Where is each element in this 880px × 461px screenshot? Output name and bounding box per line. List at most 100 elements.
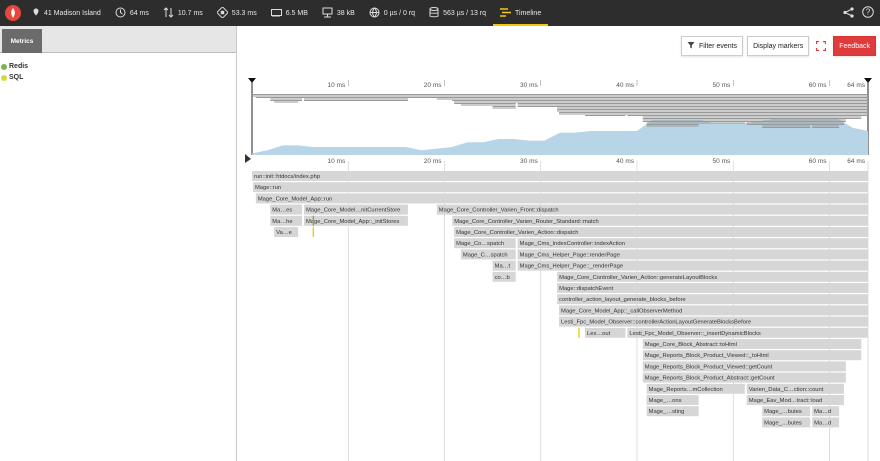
span-label: co…b [495,275,510,281]
location-text: 41 Madison Island [44,9,101,17]
overview-bar [303,100,408,101]
span-label: Les…out [587,331,611,337]
span-label: controller_action_layout_generate_blocks… [559,297,686,303]
span-label: Mage::run [255,185,281,191]
timeline-tab[interactable]: Timeline [493,0,549,26]
toolbar-top: 41 Madison Island 64 ms 10.7 ms 53.3 ms … [0,0,880,26]
display-markers-button[interactable]: Display markers [747,36,810,56]
clock-icon [115,7,126,20]
memory-item[interactable]: 6.5 MB [264,0,315,26]
overview-bar [585,115,626,116]
filter-events-label: Filter events [698,42,738,50]
overview-bar [252,95,868,97]
overview-tick-label: 64 ms [847,82,865,89]
span-label: Mage_C…spatch [463,252,508,258]
io-wait-item[interactable]: 10.7 ms [156,0,210,26]
span-label: Ma…he [272,219,292,225]
overview-tick-label: 60 ms [809,82,827,89]
tab-metrics[interactable]: Metrics [2,29,42,53]
span-label: Mage_Core_Model_App::_initStores [306,219,400,225]
overview-tick-label: 10 ms [328,82,346,89]
overview-bar [492,107,516,109]
overview-bar [517,104,868,106]
tick-label: 50 ms [713,158,731,165]
playhead-marker[interactable] [245,154,251,163]
overview-bar [274,101,299,103]
cpu-item[interactable]: 53.3 ms [210,0,264,26]
memory-text: 6.5 MB [285,9,308,17]
span-label: Mage_Core_Block_Abstract::toHtml [645,342,737,348]
overview-bar [642,119,846,121]
wall-time-item[interactable]: 64 ms [108,0,156,26]
range-start-handle[interactable] [248,78,256,83]
feedback-button[interactable]: Feedback [833,36,876,56]
overview-tick-label: 20 ms [424,82,442,89]
network-icon [322,7,333,20]
timeline-panel: 10 ms 10 ms 20 ms 20 ms 30 ms 30 ms 40 ms 40 ms… [238,26,880,461]
location-icon [32,8,40,18]
span-label: Lesti_Fpc_Model_Observer::_insertDynamic… [629,331,761,337]
overview-bar [746,122,844,124]
span-label: Mage_Reports_Block_Product_Viewed::_toHt… [645,353,769,359]
tick-label: 40 ms [616,158,634,165]
overview-bar [762,125,811,127]
overview-bar [646,122,745,124]
span-label: Mage_…butes [764,420,802,426]
span-label: Mage_Core_Model_App::_callObserverMethod [561,308,682,314]
span-bar[interactable] [255,193,869,204]
span-label: Mage_Eav_Mod…tract::load [749,398,822,404]
overview-bar [452,100,868,101]
location-item[interactable]: 41 Madison Island [25,0,108,26]
overview-bar [642,116,862,118]
sql-queries-item[interactable]: 0 µs / 0 rq [362,0,422,26]
span-label: Mage_Reports_Block_Product_Abstract::get… [645,376,775,382]
span-label: Mage_Core_Controller_Varien_Action::disp… [456,230,578,236]
timeline-icon [500,7,512,19]
overview-bar [255,97,869,98]
event-marker[interactable] [578,327,580,338]
overview-bar [642,118,862,119]
span-label: Ma…es [272,208,292,214]
fullscreen-icon[interactable] [813,41,829,51]
help-icon[interactable]: ? [862,6,874,20]
event-marker[interactable] [312,227,315,237]
legend-swatch [1,63,7,70]
network-item[interactable]: 38 kB [315,0,362,26]
share-icon[interactable] [843,6,854,20]
overview-tick-label: 30 ms [520,82,538,89]
storage-text: 563 µs / 13 rq [443,9,487,17]
filter-icon [687,41,695,51]
span-label: Mage_…butes [764,409,802,415]
span-bar[interactable] [252,171,868,181]
storage-icon [429,6,439,20]
overview-bar [646,125,699,127]
legend-label: Redis [9,63,29,70]
filter-events-button[interactable]: Filter events [680,36,744,56]
span-label: Mage_Reports_Block_Product_Viewed::getCo… [645,364,773,370]
wall-time-text: 64 ms [129,9,149,17]
overview-bar [303,98,408,100]
svg-text:?: ? [866,8,871,17]
overview-bar [557,107,868,109]
tick-label: 30 ms [520,158,538,165]
legend-item-redis[interactable]: Redis [0,61,236,72]
storage-item[interactable]: 563 µs / 13 rq [422,0,493,26]
overview-bar [746,124,844,125]
app-logo-icon[interactable] [0,0,25,26]
span-label: Ma…d [814,420,831,426]
span-label: Mage_Cms_Helper_Page::renderPage [520,252,620,258]
span-label: Mage_Core_Model…nitCurrentStore [306,208,400,214]
span-label: Mage::dispatchEvent [559,286,614,292]
event-marker[interactable] [312,215,315,226]
overview-bar [492,106,516,107]
legend-item-sql[interactable]: SQL [0,72,236,83]
overview-bar [559,112,868,113]
range-end-handle[interactable] [864,78,872,83]
span-bar[interactable] [252,182,868,193]
timeline-chart[interactable]: 10 ms 10 ms 20 ms 20 ms 30 ms 30 ms 40 ms 40 ms… [238,26,880,461]
span-label: Mage_Core_Model_App::run [258,196,332,202]
sql-queries-icon [369,7,380,20]
overview-bar [454,101,868,103]
overview-bar [517,103,868,104]
timeline-tab-label: Timeline [515,9,542,17]
